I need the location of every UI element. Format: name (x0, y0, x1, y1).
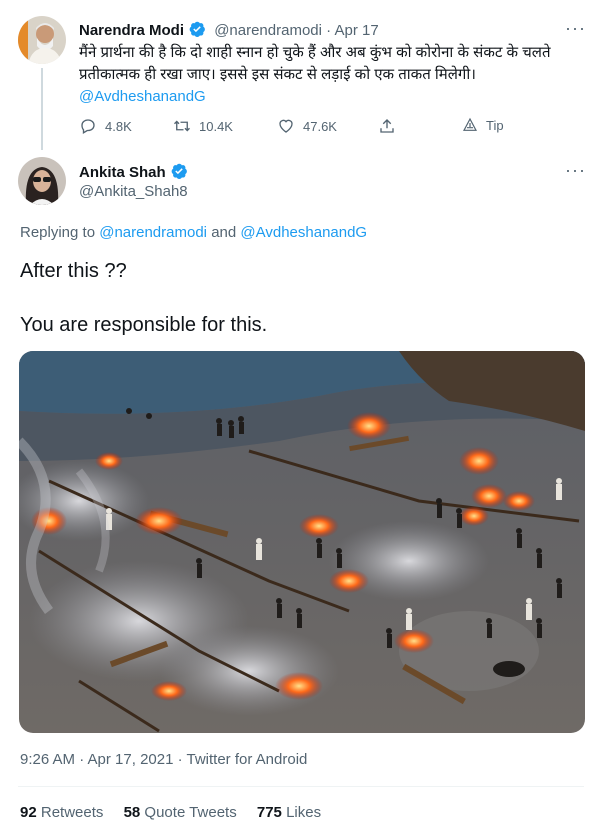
reply-action[interactable]: 4.8K (79, 117, 132, 135)
quoted-date[interactable]: Apr 17 (335, 22, 379, 39)
tip-action[interactable]: Tip (462, 117, 504, 133)
retweet-action[interactable]: 10.4K (173, 117, 233, 135)
retweets-label: Retweets (40, 804, 104, 821)
reply-count: 4.8K (105, 118, 132, 134)
quoted-separator: · (326, 22, 332, 39)
tip-label: Tip (486, 117, 504, 133)
like-icon (279, 119, 293, 133)
retweets-stat[interactable]: 92 Retweets (20, 804, 103, 821)
replying-to: Replying to @narendramodi and @Avdheshan… (20, 224, 367, 241)
more-icon[interactable]: ··· (565, 18, 586, 39)
ankita-avatar[interactable] (18, 157, 66, 205)
quotes-label: Quote Tweets (144, 804, 237, 821)
verified-badge-icon (188, 20, 206, 42)
quoted-text-line-1: मैंने प्रार्थना की है कि दो शाही स्नान ह… (79, 44, 551, 61)
likes-label: Likes (286, 804, 322, 821)
quoted-tweet-header: Narendra Modi @narendramodi · Apr 17 (79, 20, 379, 42)
like-total: 775 (256, 804, 282, 821)
main-handle[interactable]: @Ankita_Shah8 (79, 183, 188, 200)
reply-mention-1[interactable]: @narendramodi (99, 224, 207, 241)
tweet-stats: 92 Retweets 58 Quote Tweets 775 Likes (20, 804, 321, 821)
tweet-photo[interactable] (19, 351, 585, 733)
quoted-text-line-2: प्रतीकात्मक ही रखा जाए। इससे इस संकट से … (79, 66, 476, 83)
thread-line (41, 68, 43, 150)
main-author-name[interactable]: Ankita Shah (79, 164, 166, 181)
divider (18, 786, 584, 787)
reply-and: and (211, 224, 237, 241)
main-tweet-header: Ankita Shah (79, 162, 188, 184)
quoted-author-name[interactable]: Narendra Modi (79, 22, 184, 39)
retweet-count: 10.4K (199, 118, 233, 134)
reply-mention-2[interactable]: @AvdheshanandG (240, 224, 367, 241)
retweet-total: 92 (20, 804, 37, 821)
share-icon (380, 119, 394, 133)
tweet-text-line-1: After this ?? (20, 260, 127, 282)
replying-to-label: Replying to (20, 224, 96, 241)
quotes-stat[interactable]: 58 Quote Tweets (124, 804, 237, 821)
quoted-mention[interactable]: @AvdheshanandG (79, 86, 579, 108)
like-action[interactable]: 47.6K (277, 117, 337, 135)
retweet-icon (174, 120, 190, 132)
quote-total: 58 (123, 804, 141, 821)
tweet-text-line-2: You are responsible for this. (20, 314, 268, 336)
likes-stat[interactable]: 775 Likes (257, 804, 321, 821)
quoted-tweet-text: मैंने प्रार्थना की है कि दो शाही स्नान ह… (79, 42, 579, 108)
reply-icon (81, 119, 95, 134)
modi-avatar[interactable] (18, 16, 66, 64)
more-icon[interactable]: ··· (565, 160, 586, 181)
like-count: 47.6K (303, 118, 337, 134)
tip-icon (463, 117, 477, 131)
quoted-handle[interactable]: @narendramodi (214, 22, 322, 39)
tweet-timestamp[interactable]: 9:26 AM · Apr 17, 2021 · Twitter for And… (20, 751, 307, 768)
share-action[interactable] (378, 117, 396, 135)
verified-badge-icon (170, 162, 188, 184)
